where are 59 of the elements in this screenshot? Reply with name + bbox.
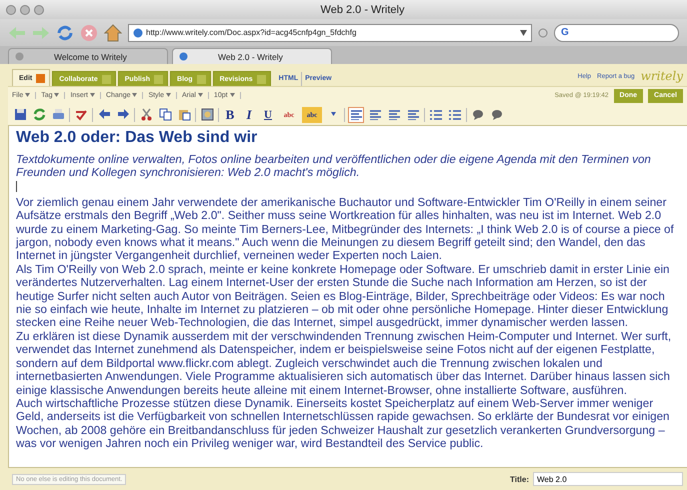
caret-icon (90, 93, 95, 97)
title-label: Title: (510, 474, 529, 484)
caret-icon (166, 93, 171, 97)
paragraph: Als Tim O'Reilly von Web 2.0 sprach, meinte er keine konkrete Homepage oder Software. Er umschrieb damit in erster Linie ein verändertes Nutzerverhalten. Lag einem Internet-User der ersten Stunde die Suche nach Information am Herzen, so ist der heutige Surfer nicht selten auch Autor von Beiträgen. Seien es Blog-Einträge, Bilder, Sprechbeiträge oder Videos: Es war noch nie so einfach wie heute, Inhalte im Internet zu platzieren – ob mit oder ohne persönliche Homepage. Hinter dieser Entwicklung stecken eine Reihe neuer Web-Technologien, die das Internet, simpel ausgedrückt, immer dynamischer werden lassen. (16, 262, 670, 330)
paste-icon (178, 108, 190, 121)
image-icon (200, 108, 214, 121)
underline-button[interactable]: U (260, 106, 276, 122)
align-icon (408, 110, 418, 120)
document-editor[interactable] (8, 125, 687, 468)
search-field[interactable]: G (554, 24, 679, 42)
comment-icon (491, 109, 503, 120)
text-cursor (16, 180, 17, 192)
redo-icon (116, 108, 130, 121)
close-button[interactable] (6, 4, 16, 14)
lead-paragraph: Textdokumente online verwalten, Fotos online bearbeiten und veröffentlichen oder die eigene Agenda mit den Terminen von Freunden und Kollegen synchronisieren: Web 2.0 macht's möglich. (16, 153, 652, 180)
browser-tab[interactable]: Web 2.0 - Writely (172, 48, 332, 64)
caret-icon (25, 93, 30, 97)
bold-button[interactable]: B (222, 106, 238, 122)
home-icon[interactable] (104, 24, 122, 42)
save-icon (14, 108, 26, 121)
align-icon (370, 110, 380, 120)
minimize-button[interactable] (20, 4, 30, 14)
comment-icon (472, 109, 484, 120)
document-heading: Web 2.0 oder: Das Web sind wir (16, 129, 258, 147)
paragraph: Vor ziemlich genau einem Jahr verwendete der amerikanische Buchautor und Software-Entwickler Tim O'Reilly in einem seiner Aufsätze erstmals den Begriff „Web 2.0". Seither muss seine Wortkreation für alles hinhalten, was neu ist im Internet. Web 2.0 wurde zu einem Marketing-Gag. So meinte Tim Berners-Lee, Mitbegründer des Internets: „I think Web 2.0 is of course a piece of jargon, nobody even knows what it means." Auch wenn die Meinungen zu diesem Begriff geteilt sind; den Wandel, den das Internet in jüngster Vergangenheit durchlief, verneinen weder Experten noch Laien. (16, 196, 675, 263)
align-icon (350, 110, 362, 120)
image-button[interactable] (199, 106, 215, 122)
caret-icon (198, 93, 203, 97)
circle-icon (538, 28, 548, 38)
refresh-button[interactable] (31, 106, 47, 122)
dropdown-icon (520, 30, 527, 36)
print-icon (52, 108, 64, 121)
refresh-icon (32, 108, 46, 121)
globe-icon (15, 52, 24, 61)
list-icon (430, 110, 442, 120)
spellcheck-icon (74, 108, 88, 121)
align-icon (388, 110, 400, 120)
browser-tab[interactable]: Welcome to Writely (8, 48, 168, 64)
undo-icon (98, 108, 110, 121)
save-button[interactable] (12, 106, 28, 122)
address-field[interactable]: http://www.writely.com/Doc.aspx?id=acg45cnfp4gn_5fdchfg (128, 24, 532, 42)
caret-icon (230, 93, 234, 97)
list-icon (449, 110, 461, 120)
paragraph: Auch wirtschaftliche Prozesse stützen diese Dynamik. Einerseits kostet Speicherplatz auf einem Web-Server immer weniger Geld, anderseits ist die Verfügbarkeit von schnellen Internetschlüssen rapide gewachsen. So erklärte der Bundesrat vor einigen Wochen, ab 2008 gehöre ein Breitbandanschluss für jeden Schweizer Haushalt zur gesetzlich verankerten Grundversorgung – was vor wenigen Jahren noch ein Privileg weniger war, wird Bestandteil des Service public. (16, 396, 670, 451)
scissors-icon (140, 108, 152, 121)
paragraph: Zu erklären ist diese Dynamik ausserdem mit der verschwindenden Trennung zwischen Heim-Computer und Internet. Wer surft, verwendet das Internet zunehmend als Datenspeicher, indem er beispielsweise seine Fotos nicht auf der eigenen Festplatte, sondern auf dem Bildportal www.flickr.com ablegt. Zugleich verschwindet auch die Trennung zwischen lokalen und internetbasierten Anwendungen. Viele Programme aktualisieren sich automatisch über das Internet. Darüber hinaus lassen sich einige klassische Anwendungen bereits heute alleine mit einem Internet-Browser, ohne installierte Software, ausführen. (16, 330, 672, 397)
logo: writely (640, 69, 683, 83)
align-button[interactable] (348, 106, 364, 122)
italic-button[interactable]: I (241, 106, 257, 122)
zoom-button[interactable] (34, 4, 44, 14)
reload-icon[interactable] (56, 24, 74, 42)
copy-icon (158, 108, 172, 121)
copy-button[interactable] (157, 106, 173, 122)
globe-icon (133, 28, 143, 38)
globe-icon (179, 52, 188, 61)
caret-icon (132, 93, 138, 97)
caret-icon (54, 93, 60, 97)
title-field[interactable]: Web 2.0 (533, 472, 683, 486)
window-title: Web 2.0 - Writely (320, 4, 406, 16)
